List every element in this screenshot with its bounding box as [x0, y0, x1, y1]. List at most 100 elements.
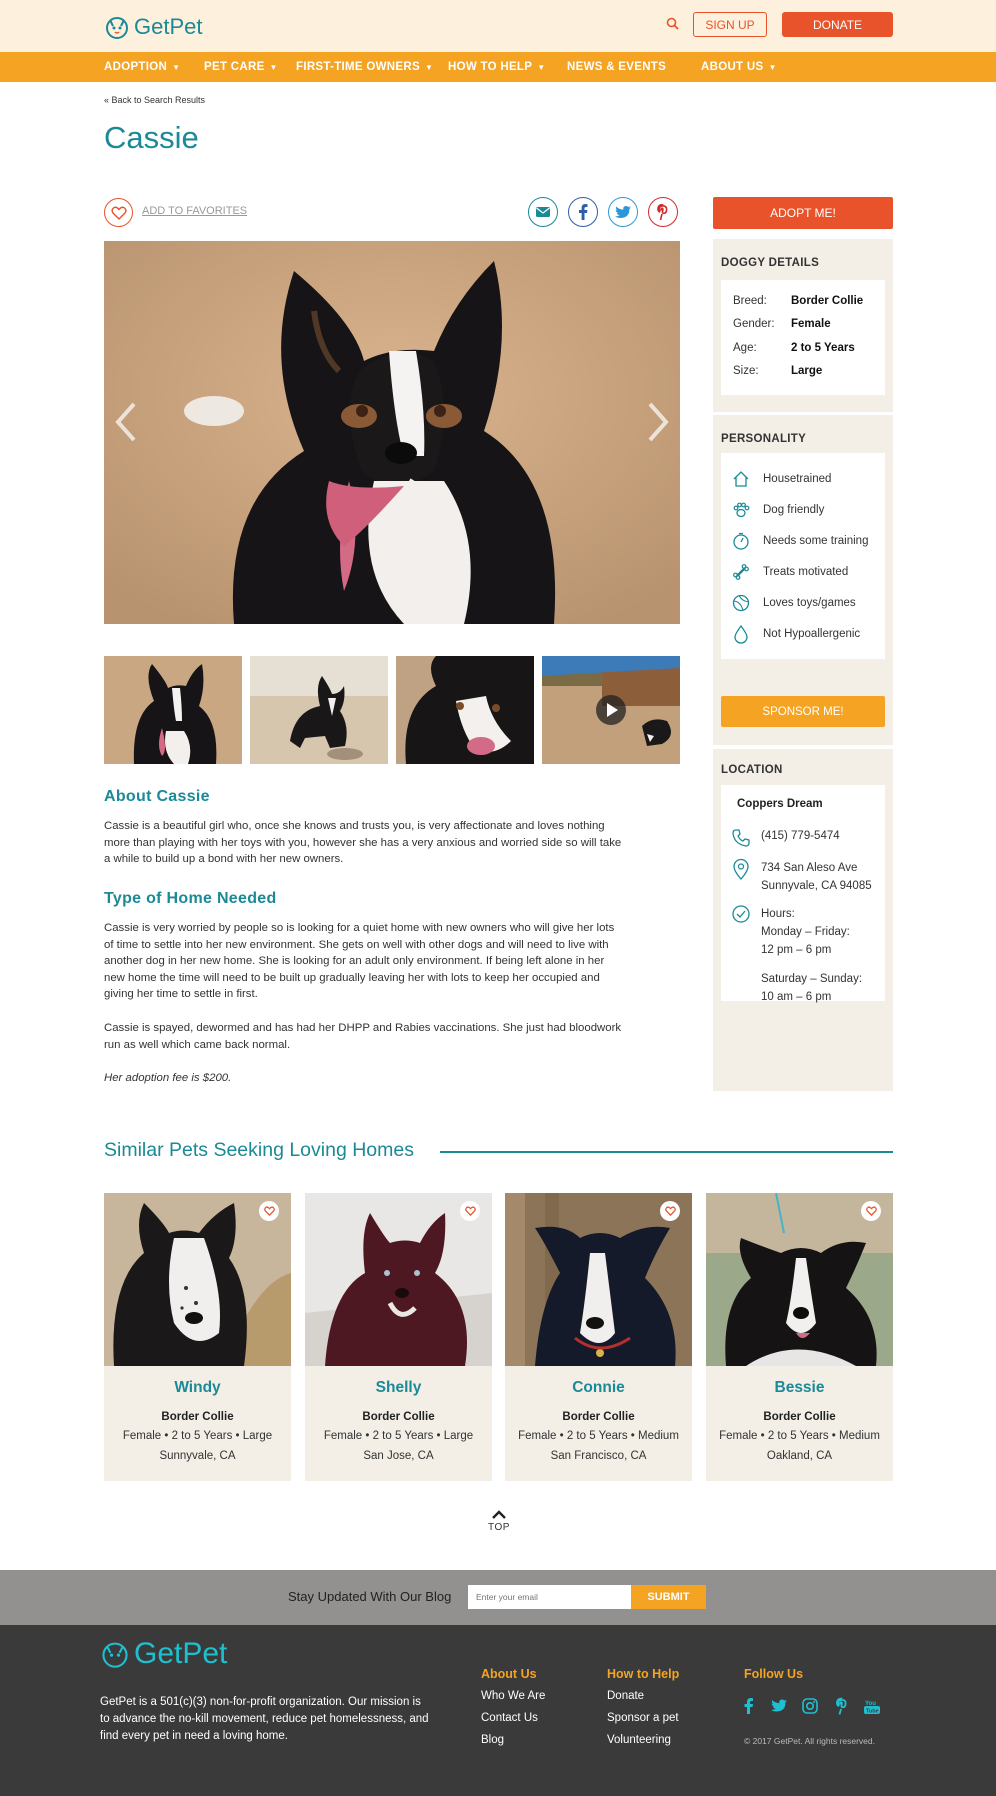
similar-pet-card[interactable]: Bessie Border Collie Female • 2 to 5 Yea… — [706, 1193, 893, 1481]
footer-link-donate[interactable]: Donate — [607, 1690, 644, 1702]
nav-item-how-to-help[interactable]: HOW TO HELP ▼ — [448, 52, 545, 82]
search-icon[interactable] — [664, 15, 682, 33]
back-to-top-button[interactable]: TOP — [478, 1510, 520, 1544]
share-twitter-button[interactable] — [608, 197, 638, 227]
nav-item-first-time-owners[interactable]: FIRST-TIME OWNERS ▼ — [296, 52, 433, 82]
pet-info: Female • 2 to 5 Years • Large — [323, 1430, 474, 1442]
carousel-prev-icon[interactable] — [114, 400, 138, 444]
personality-heading: PERSONALITY — [721, 433, 807, 445]
doggy-details-panel: DOGGY DETAILS Breed: Border Collie Gender… — [713, 239, 893, 412]
favorite-button[interactable] — [104, 198, 133, 227]
personality-panel: PERSONALITY Housetrained Dog friendly Ne… — [713, 415, 893, 745]
personality-item: Dog friendly — [731, 500, 824, 520]
location-heading: LOCATION — [721, 764, 783, 776]
share-facebook-button[interactable] — [568, 197, 598, 227]
twitter-icon — [615, 205, 631, 218]
favorite-heart-button[interactable] — [460, 1201, 480, 1221]
pet-location: Sunnyvale, CA — [159, 1450, 236, 1462]
ball-icon — [732, 594, 750, 612]
details-card: Breed: Border Collie Gender: Female Age: 2 … — [721, 280, 885, 395]
facebook-icon[interactable] — [740, 1697, 758, 1715]
footer-description: GetPet is a 501(c)(3) non-for-profit org… — [100, 1696, 429, 1742]
pet-info: Female • 2 to 5 Years • Large — [122, 1430, 273, 1442]
logo-text: GetPet — [134, 14, 203, 39]
share-pinterest-button[interactable] — [648, 197, 678, 227]
favorite-heart-button[interactable] — [660, 1201, 680, 1221]
footer-link-volunteering[interactable]: Volunteering — [607, 1734, 671, 1746]
favorite-heart-button[interactable] — [861, 1201, 881, 1221]
medical-text: Cassie is spayed, dewormed and has had h… — [104, 1022, 622, 1051]
personality-item: Needs some training — [731, 531, 868, 551]
detail-row-breed: Breed: Border Collie — [733, 295, 864, 307]
footer-logo[interactable]: GetPet — [100, 1637, 227, 1671]
pet-name[interactable]: Windy — [104, 1379, 291, 1397]
nav-item-adoption[interactable]: ADOPTION ▼ — [104, 52, 180, 82]
footer-link-blog[interactable]: Blog — [481, 1734, 504, 1746]
add-to-favorites-link[interactable]: ADD TO FAVORITES — [142, 205, 247, 217]
caret-down-icon: ▼ — [768, 62, 777, 72]
adopt-me-button[interactable]: ADOPT ME! — [713, 197, 893, 229]
caret-down-icon: ▼ — [424, 62, 434, 72]
similar-pet-card[interactable]: Shelly Border Collie Female • 2 to 5 Yea… — [305, 1193, 492, 1481]
newsletter-label: Stay Updated With Our Blog — [288, 1589, 452, 1604]
signup-button[interactable]: SIGN UP — [693, 12, 767, 37]
footer-logo-text: GetPet — [134, 1637, 228, 1670]
envelope-icon — [536, 207, 550, 217]
similar-pet-card[interactable]: Connie Border Collie Female • 2 to 5 Yea… — [505, 1193, 692, 1481]
svg-text:Tube: Tube — [866, 1709, 879, 1715]
nav-item-pet-care[interactable]: PET CARE ▼ — [204, 52, 278, 82]
play-icon[interactable] — [595, 694, 627, 726]
stopwatch-icon — [733, 532, 749, 550]
location-phone[interactable]: (415) 779-5474 — [761, 830, 840, 842]
video-thumbnail[interactable] — [542, 656, 680, 764]
photo-thumbnail[interactable] — [396, 656, 534, 764]
similar-pet-card[interactable]: Windy Border Collie Female • 2 to 5 Year… — [104, 1193, 291, 1481]
photo-thumbnail[interactable] — [104, 656, 242, 764]
main-nav: ADOPTION ▼ PET CARE ▼ FIRST-TIME OWNERS ▼ H… — [0, 52, 996, 82]
newsletter-submit-button[interactable]: SUBMIT — [631, 1585, 706, 1609]
twitter-icon[interactable] — [770, 1697, 788, 1715]
pinterest-icon[interactable] — [833, 1697, 851, 1715]
favorite-heart-button[interactable] — [259, 1201, 279, 1221]
footer-about-heading: About Us — [481, 1667, 537, 1681]
pet-breed: Border Collie — [763, 1411, 836, 1423]
location-name: Coppers Dream — [737, 798, 823, 810]
caret-down-icon: ▼ — [269, 62, 278, 72]
instagram-icon[interactable] — [801, 1697, 819, 1715]
footer-link-who-we-are[interactable]: Who We Are — [481, 1690, 545, 1702]
back-to-search-link[interactable]: « Back to Search Results — [104, 95, 205, 105]
pet-name[interactable]: Shelly — [305, 1379, 492, 1397]
footer-link-sponsor[interactable]: Sponsor a pet — [607, 1712, 679, 1724]
site-logo[interactable]: GetPet — [104, 10, 202, 44]
sponsor-me-button[interactable]: SPONSOR ME! — [721, 696, 885, 727]
footer-help-heading: How to Help — [607, 1667, 680, 1681]
pet-name[interactable]: Bessie — [706, 1379, 893, 1397]
about-heading: About Cassie — [104, 788, 210, 805]
personality-item: Treats motivated — [731, 562, 848, 582]
personality-item: Housetrained — [731, 469, 831, 489]
youtube-icon[interactable]: YouTube — [863, 1697, 881, 1715]
personality-item: Loves toys/games — [731, 593, 856, 613]
home-needed-heading: Type of Home Needed — [104, 890, 277, 907]
adoption-fee-text: Her adoption fee is $200. — [104, 1072, 232, 1084]
house-icon — [733, 471, 749, 487]
map-pin-icon — [733, 858, 749, 880]
pet-name[interactable]: Connie — [505, 1379, 692, 1397]
pet-location: Oakland, CA — [766, 1450, 833, 1462]
heading-divider — [440, 1151, 893, 1153]
paw-icon — [733, 502, 750, 518]
main-pet-photo — [104, 241, 680, 624]
donate-button[interactable]: DONATE — [782, 12, 893, 37]
phone-icon — [732, 829, 750, 847]
share-email-button[interactable] — [528, 197, 558, 227]
pet-info: Female • 2 to 5 Years • Medium — [719, 1430, 880, 1442]
nav-item-about-us[interactable]: ABOUT US ▼ — [701, 52, 777, 82]
nav-item-news-events[interactable]: NEWS & EVENTS — [567, 52, 666, 82]
carousel-next-icon[interactable] — [646, 400, 670, 444]
photo-thumbnail[interactable] — [250, 656, 388, 764]
facebook-icon — [579, 204, 588, 220]
heart-icon — [263, 1206, 275, 1216]
doggy-details-heading: DOGGY DETAILS — [721, 257, 820, 269]
newsletter-email-input[interactable] — [468, 1585, 631, 1609]
footer-link-contact-us[interactable]: Contact Us — [481, 1712, 538, 1724]
